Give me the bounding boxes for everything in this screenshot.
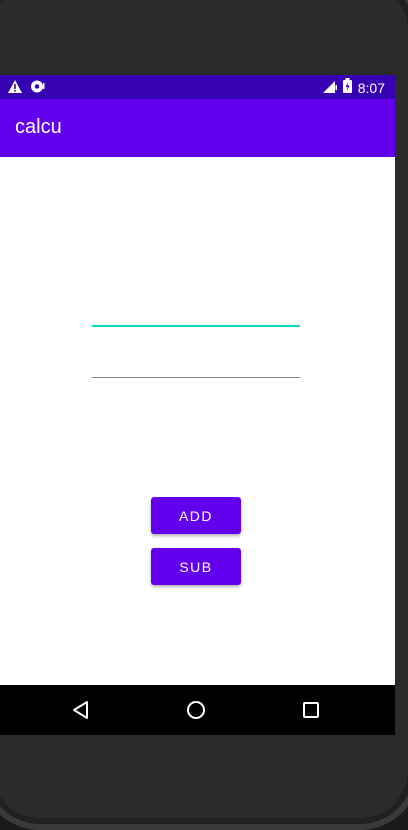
add-button[interactable]: ADD [151, 497, 241, 534]
status-bar: 8:07 [0, 75, 395, 99]
first-number-input[interactable] [92, 297, 300, 327]
second-number-input[interactable] [92, 349, 300, 378]
navigation-bar [0, 685, 395, 735]
device-screen: 8:07 calcu ADD SUB [0, 75, 395, 735]
status-time: 8:07 [357, 79, 385, 96]
recents-icon[interactable] [299, 698, 323, 722]
status-icons-right: 8:07 [322, 78, 385, 97]
sim-icon [30, 78, 46, 97]
warning-icon [8, 78, 22, 97]
home-icon[interactable] [184, 698, 208, 722]
sub-button[interactable]: SUB [151, 548, 241, 585]
back-icon[interactable] [69, 698, 93, 722]
speaker-dots [18, 0, 46, 1]
signal-icon [322, 78, 337, 97]
app-title: calcu [15, 116, 62, 138]
app-bar: calcu [0, 99, 395, 157]
main-content: ADD SUB [0, 157, 395, 685]
status-icons-left [8, 78, 46, 97]
battery-icon [342, 78, 352, 97]
